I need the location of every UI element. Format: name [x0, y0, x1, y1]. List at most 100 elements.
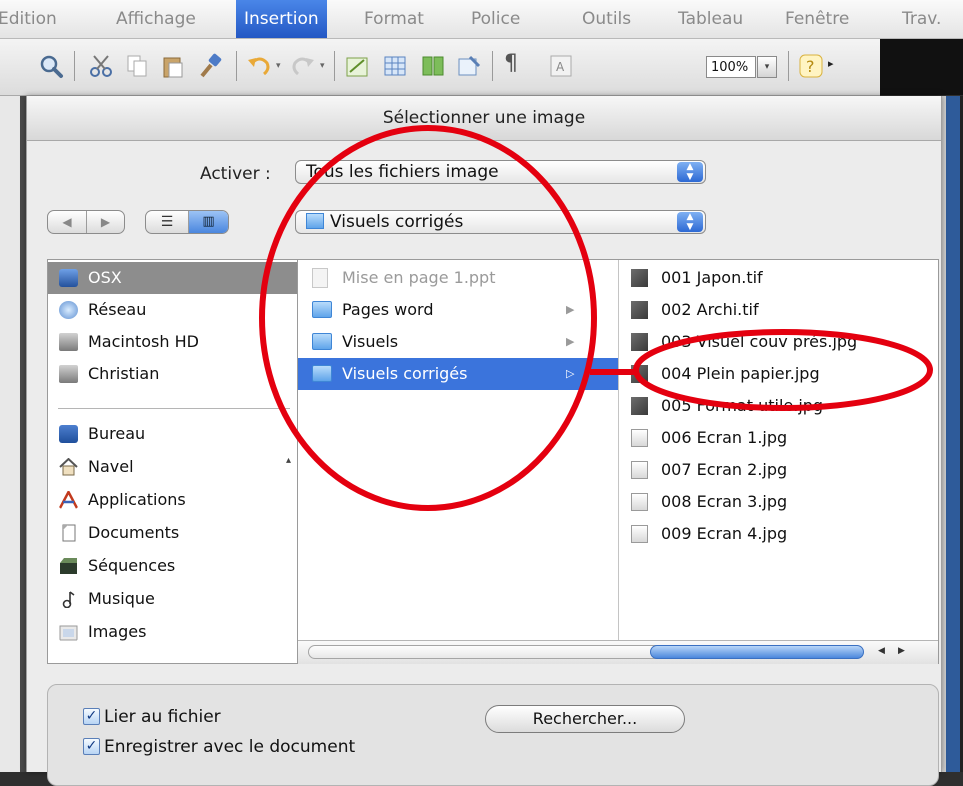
list-item[interactable]: 008 Ecran 3.jpg [619, 486, 937, 518]
disclosure-arrow-icon: ▶ [566, 303, 575, 316]
undo-dropdown-icon[interactable]: ▾ [276, 61, 281, 71]
network-icon [59, 301, 78, 319]
desktop-icon [59, 425, 78, 443]
toolbar-overflow-icon[interactable]: ▸ [828, 57, 834, 70]
list-item-selected[interactable]: Visuels corrigés ▷ [298, 358, 618, 390]
sidebar-item-navel[interactable]: Navel [48, 451, 299, 483]
image-thumbnail-icon [631, 397, 648, 415]
link-checkbox[interactable]: ✓ [83, 708, 100, 725]
sidebar-item-label: OSX [88, 268, 122, 287]
zoom-field[interactable]: 100% [706, 56, 756, 78]
sidebar-item-bureau[interactable]: Bureau [48, 418, 299, 450]
list-item[interactable]: 004 Plein papier.jpg [619, 358, 937, 390]
search-button[interactable]: Rechercher... [485, 705, 685, 733]
dialog-title: Sélectionner une image [27, 96, 941, 141]
image-thumbnail-icon [631, 493, 648, 511]
list-item-label: 009 Ecran 4.jpg [661, 524, 788, 543]
file-type-popup[interactable]: Tous les fichiers image ▲ ▼ [295, 160, 706, 184]
redo-icon[interactable] [290, 53, 316, 79]
toolbar-overflow-area [880, 39, 963, 95]
file-icon [312, 268, 328, 288]
menu-fenetre[interactable]: Fenêtre [785, 0, 849, 38]
image-thumbnail-icon [631, 365, 648, 383]
folder-icon [312, 365, 332, 382]
list-item[interactable]: 002 Archi.tif [619, 294, 937, 326]
copy-icon[interactable] [124, 53, 150, 79]
list-item[interactable]: 003 Visuel couv prés.jpg [619, 326, 937, 358]
image-thumbnail-icon [631, 461, 648, 479]
list-item[interactable]: 009 Ecran 4.jpg [619, 518, 937, 550]
horizontal-scrollbar[interactable]: ◀ ▶ [298, 640, 938, 664]
save-label: Enregistrer avec le document [104, 737, 356, 757]
sidebar-item-christian[interactable]: Christian [48, 358, 299, 390]
format-brush-icon[interactable] [198, 53, 224, 79]
list-item[interactable]: Visuels ▶ [298, 326, 618, 358]
sidebar-item-osx[interactable]: OSX [48, 262, 299, 294]
location-popup[interactable]: Visuels corrigés ▲ ▼ [295, 210, 706, 234]
save-checkbox[interactable]: ✓ [83, 738, 100, 755]
sidebar-item-reseau[interactable]: Réseau [48, 294, 299, 326]
pilcrow-icon[interactable]: ¶ [504, 51, 518, 76]
table-icon[interactable] [382, 53, 408, 79]
movies-icon [60, 558, 77, 574]
list-item-label: 005 Format utile.jpg [661, 396, 824, 415]
drawing-icon[interactable] [344, 53, 370, 79]
disclosure-arrow-icon: ▷ [566, 367, 575, 380]
list-item[interactable]: 005 Format utile.jpg [619, 390, 937, 422]
back-button[interactable]: ◀ [48, 211, 87, 233]
text-box-icon[interactable]: A [548, 53, 574, 79]
folder-icon [312, 301, 332, 318]
scrollbar-thumb[interactable] [650, 645, 864, 659]
sidebar: OSX Réseau Macintosh HD Christian Bureau… [47, 259, 300, 664]
columns-icon[interactable] [420, 53, 446, 79]
forward-button[interactable]: ▶ [87, 211, 124, 233]
computer-icon [59, 269, 78, 287]
menu-affichage[interactable]: Affichage [116, 0, 196, 38]
zoom-dropdown-icon[interactable]: ▾ [757, 56, 777, 78]
list-item[interactable]: 007 Ecran 2.jpg [619, 454, 937, 486]
list-item-label: Visuels corrigés [342, 364, 468, 383]
folder-icon [306, 213, 324, 229]
view-mode-control: ☰ ▥ [145, 210, 229, 234]
select-image-dialog: Sélectionner une image Activer : Tous le… [26, 96, 942, 786]
sidebar-item-label: Séquences [88, 556, 176, 575]
sidebar-item-applications[interactable]: Applications [48, 484, 299, 516]
menu-tableau[interactable]: Tableau [678, 0, 743, 38]
back-forward-control: ◀ ▶ [47, 210, 125, 234]
menu-insertion[interactable]: Insertion [236, 0, 327, 38]
scroll-right-icon[interactable]: ▶ [898, 646, 905, 656]
sidebar-item-documents[interactable]: Documents [48, 517, 299, 549]
sidebar-item-label: Applications [88, 490, 186, 509]
sidebar-resize-handle[interactable]: ▴ [286, 455, 291, 466]
list-view-icon[interactable]: ☰ [146, 211, 189, 233]
menu-edition[interactable]: Edition [0, 0, 57, 38]
svg-text:?: ? [806, 57, 815, 76]
column-view-icon[interactable]: ▥ [189, 211, 228, 233]
menu-format[interactable]: Format [364, 0, 424, 38]
document-background-left [0, 96, 26, 772]
menu-travail[interactable]: Trav. [902, 0, 941, 38]
image-thumbnail-icon [631, 525, 648, 543]
menu-outils[interactable]: Outils [582, 0, 631, 38]
sidebar-item-sequences[interactable]: Séquences [48, 550, 299, 582]
sidebar-icon[interactable] [456, 53, 482, 79]
sidebar-item-musique[interactable]: Musique [48, 583, 299, 615]
sidebar-item-images[interactable]: Images [48, 616, 299, 648]
zoom-icon[interactable] [38, 53, 64, 79]
help-icon[interactable]: ? [798, 53, 824, 79]
paste-icon[interactable] [160, 53, 186, 79]
list-item[interactable]: 006 Ecran 1.jpg [619, 422, 937, 454]
list-item-label: Pages word [342, 300, 434, 319]
list-item[interactable]: Mise en page 1.ppt [298, 262, 618, 294]
scroll-left-icon[interactable]: ◀ [878, 646, 885, 656]
list-item[interactable]: 001 Japon.tif [619, 262, 937, 294]
redo-dropdown-icon[interactable]: ▾ [320, 61, 325, 71]
sidebar-item-macintosh-hd[interactable]: Macintosh HD [48, 326, 299, 358]
undo-icon[interactable] [246, 53, 272, 79]
list-item[interactable]: Pages word ▶ [298, 294, 618, 326]
home-icon [59, 458, 78, 476]
menu-police[interactable]: Police [471, 0, 520, 38]
cut-icon[interactable] [88, 53, 114, 79]
standard-toolbar: ▾ ▾ ¶ A 100% ▾ ? ▸ [0, 39, 880, 96]
image-thumbnail-icon [631, 269, 648, 287]
